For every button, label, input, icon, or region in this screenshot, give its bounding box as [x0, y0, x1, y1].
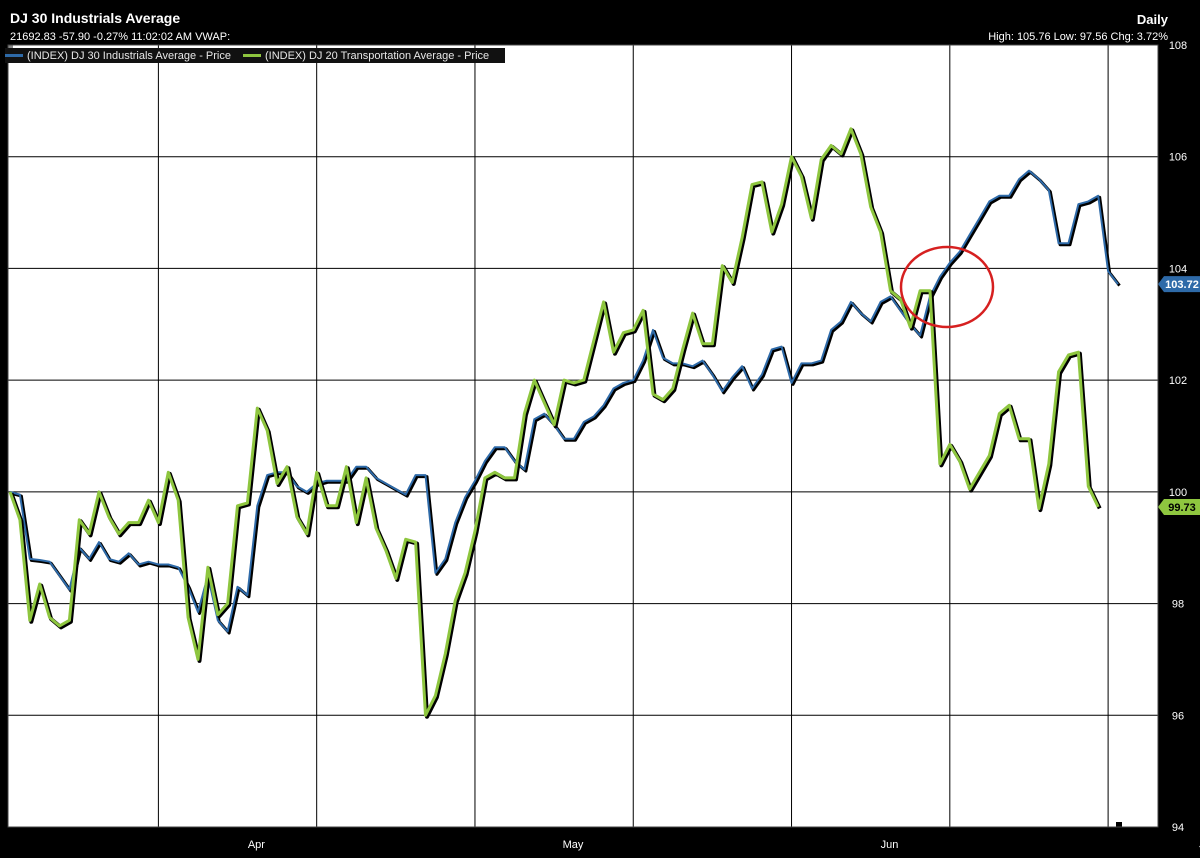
- y-tick-label: 96: [1172, 710, 1184, 722]
- period-label[interactable]: Daily: [1137, 12, 1168, 27]
- quote-line: 21692.83 -57.90 -0.27% 11:02:02 AM VWAP:: [10, 31, 231, 43]
- last-value-label-dji: 103.72: [1165, 279, 1199, 291]
- legend-item-djt[interactable]: (INDEX) DJ 20 Transportation Average - P…: [242, 49, 490, 62]
- legend-label-djt: (INDEX) DJ 20 Transportation Average - P…: [264, 49, 490, 62]
- y-tick-label: 104: [1169, 263, 1187, 275]
- y-tick-label: 94: [1172, 822, 1184, 834]
- last-value-tag-dji: 103.72: [1158, 276, 1200, 293]
- legend-swatch-djt: [242, 54, 261, 57]
- plot-area: [8, 45, 1158, 827]
- last-value-tag-djt: 99.73: [1158, 498, 1200, 515]
- chart-title: DJ 30 Industrials Average: [10, 10, 181, 26]
- last-value-label-djt: 99.73: [1168, 502, 1196, 514]
- legend-item-dji[interactable]: (INDEX) DJ 30 Industrials Average - Pric…: [5, 50, 231, 62]
- y-tick-label: 98: [1172, 599, 1184, 611]
- y-tick-label: 106: [1169, 152, 1187, 164]
- legend: (INDEX) DJ 30 Industrials Average - Pric…: [5, 48, 506, 63]
- x-tick-label: Apr: [248, 839, 265, 851]
- high-low-change: High: 105.76 Low: 97.56 Chg: 3.72%: [988, 31, 1168, 43]
- x-tick-label: Jun: [881, 839, 899, 851]
- price-chart: 949698100102104106108AprMayJunJulAug103.…: [0, 0, 1200, 858]
- y-tick-label: 108: [1169, 40, 1187, 52]
- legend-label-dji: (INDEX) DJ 30 Industrials Average - Pric…: [27, 49, 231, 62]
- y-tick-label: 100: [1169, 487, 1187, 499]
- y-tick-label: 102: [1169, 375, 1187, 387]
- x-tick-label: May: [563, 839, 584, 851]
- legend-swatch-dji: [5, 54, 23, 57]
